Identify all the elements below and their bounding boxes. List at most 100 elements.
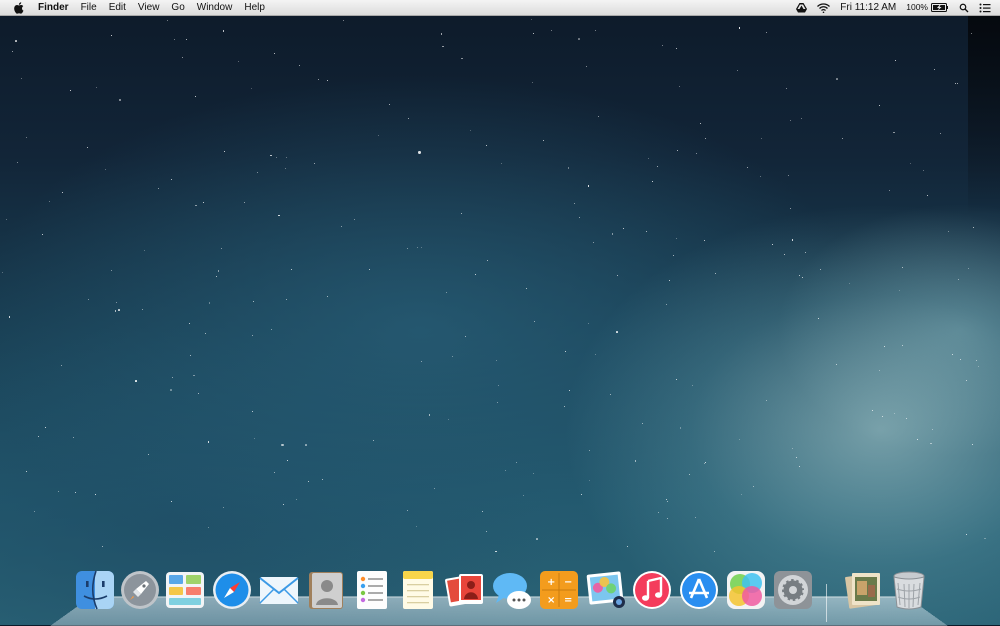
system-preferences-icon[interactable] xyxy=(772,569,814,611)
star xyxy=(789,119,791,121)
star xyxy=(898,290,900,292)
star xyxy=(368,269,370,271)
wallpaper-shade xyxy=(968,15,1000,215)
star xyxy=(446,291,448,293)
contacts-icon[interactable] xyxy=(305,569,347,611)
photo-booth-icon[interactable] xyxy=(444,569,486,611)
star xyxy=(592,241,594,243)
star xyxy=(290,268,292,270)
star xyxy=(765,32,767,34)
battery-status[interactable]: 100% xyxy=(901,0,954,15)
menu-app-finder[interactable]: Finder xyxy=(32,0,75,15)
star xyxy=(147,454,149,456)
star xyxy=(326,296,328,298)
itunes-icon[interactable] xyxy=(631,569,673,611)
iphoto-icon[interactable] xyxy=(585,569,627,611)
star xyxy=(8,316,11,319)
star xyxy=(25,136,27,138)
star xyxy=(271,329,273,331)
star xyxy=(87,147,89,149)
star xyxy=(699,123,701,125)
star xyxy=(58,490,60,492)
star xyxy=(94,494,96,496)
star xyxy=(185,38,187,40)
menu-window[interactable]: Window xyxy=(191,0,239,15)
star xyxy=(343,20,345,22)
star xyxy=(965,534,967,536)
star xyxy=(372,440,374,442)
clock[interactable]: Fri 11:12 AM xyxy=(835,0,901,15)
menu-go[interactable]: Go xyxy=(165,0,190,15)
star xyxy=(648,158,650,160)
star xyxy=(44,426,46,428)
star xyxy=(934,68,936,70)
trash-icon[interactable] xyxy=(888,569,930,611)
star xyxy=(704,138,706,140)
star xyxy=(672,254,674,256)
calculator-icon[interactable]: + − × = xyxy=(538,569,580,611)
app-store-icon[interactable] xyxy=(678,569,720,611)
star xyxy=(408,117,410,119)
star xyxy=(526,288,528,290)
star xyxy=(75,491,77,493)
star xyxy=(157,187,159,189)
desktop-wallpaper xyxy=(0,0,1000,625)
star xyxy=(616,274,618,276)
star xyxy=(678,86,680,88)
star xyxy=(645,231,647,233)
menu-view[interactable]: View xyxy=(132,0,166,15)
safari-icon[interactable] xyxy=(211,569,253,611)
star xyxy=(182,56,184,58)
star xyxy=(522,495,524,497)
star xyxy=(274,472,276,474)
star xyxy=(110,35,112,37)
star xyxy=(353,219,355,221)
star xyxy=(783,254,785,256)
star xyxy=(16,161,18,163)
star xyxy=(740,494,742,496)
star xyxy=(666,500,668,502)
menu-edit[interactable]: Edit xyxy=(103,0,132,15)
star xyxy=(406,248,408,250)
star xyxy=(418,151,421,154)
star xyxy=(48,201,50,203)
battery-percent: 100% xyxy=(906,2,928,12)
star xyxy=(223,150,225,152)
messages-icon[interactable] xyxy=(491,569,533,611)
star xyxy=(167,19,169,21)
star xyxy=(939,133,941,135)
finder-icon[interactable] xyxy=(74,569,116,611)
reminders-icon[interactable] xyxy=(351,569,393,611)
mission-control-icon[interactable] xyxy=(164,569,206,611)
game-center-icon[interactable] xyxy=(725,569,767,611)
notification-center-icon[interactable] xyxy=(974,3,996,13)
mail-icon[interactable] xyxy=(258,569,300,611)
star xyxy=(909,162,911,164)
star xyxy=(88,299,90,301)
star xyxy=(25,471,27,473)
wifi-icon[interactable] xyxy=(812,2,835,13)
google-drive-icon[interactable] xyxy=(791,2,812,13)
star xyxy=(930,442,932,445)
star xyxy=(194,95,196,97)
star xyxy=(595,354,597,356)
star xyxy=(285,299,287,301)
menu-file[interactable]: File xyxy=(75,0,103,15)
star xyxy=(798,466,800,468)
star xyxy=(666,303,668,305)
star xyxy=(849,283,851,285)
apple-menu-icon[interactable] xyxy=(10,0,26,15)
star xyxy=(666,517,668,519)
star xyxy=(641,423,643,425)
star xyxy=(321,479,323,481)
star xyxy=(971,444,973,446)
notes-icon[interactable] xyxy=(397,569,439,611)
star xyxy=(460,213,462,215)
star xyxy=(277,214,280,217)
star xyxy=(223,506,225,508)
spotlight-search-icon[interactable] xyxy=(954,3,974,13)
star xyxy=(313,163,315,165)
menu-help[interactable]: Help xyxy=(238,0,271,15)
launchpad-icon[interactable] xyxy=(119,569,161,611)
documents-stack-icon[interactable] xyxy=(843,569,885,611)
